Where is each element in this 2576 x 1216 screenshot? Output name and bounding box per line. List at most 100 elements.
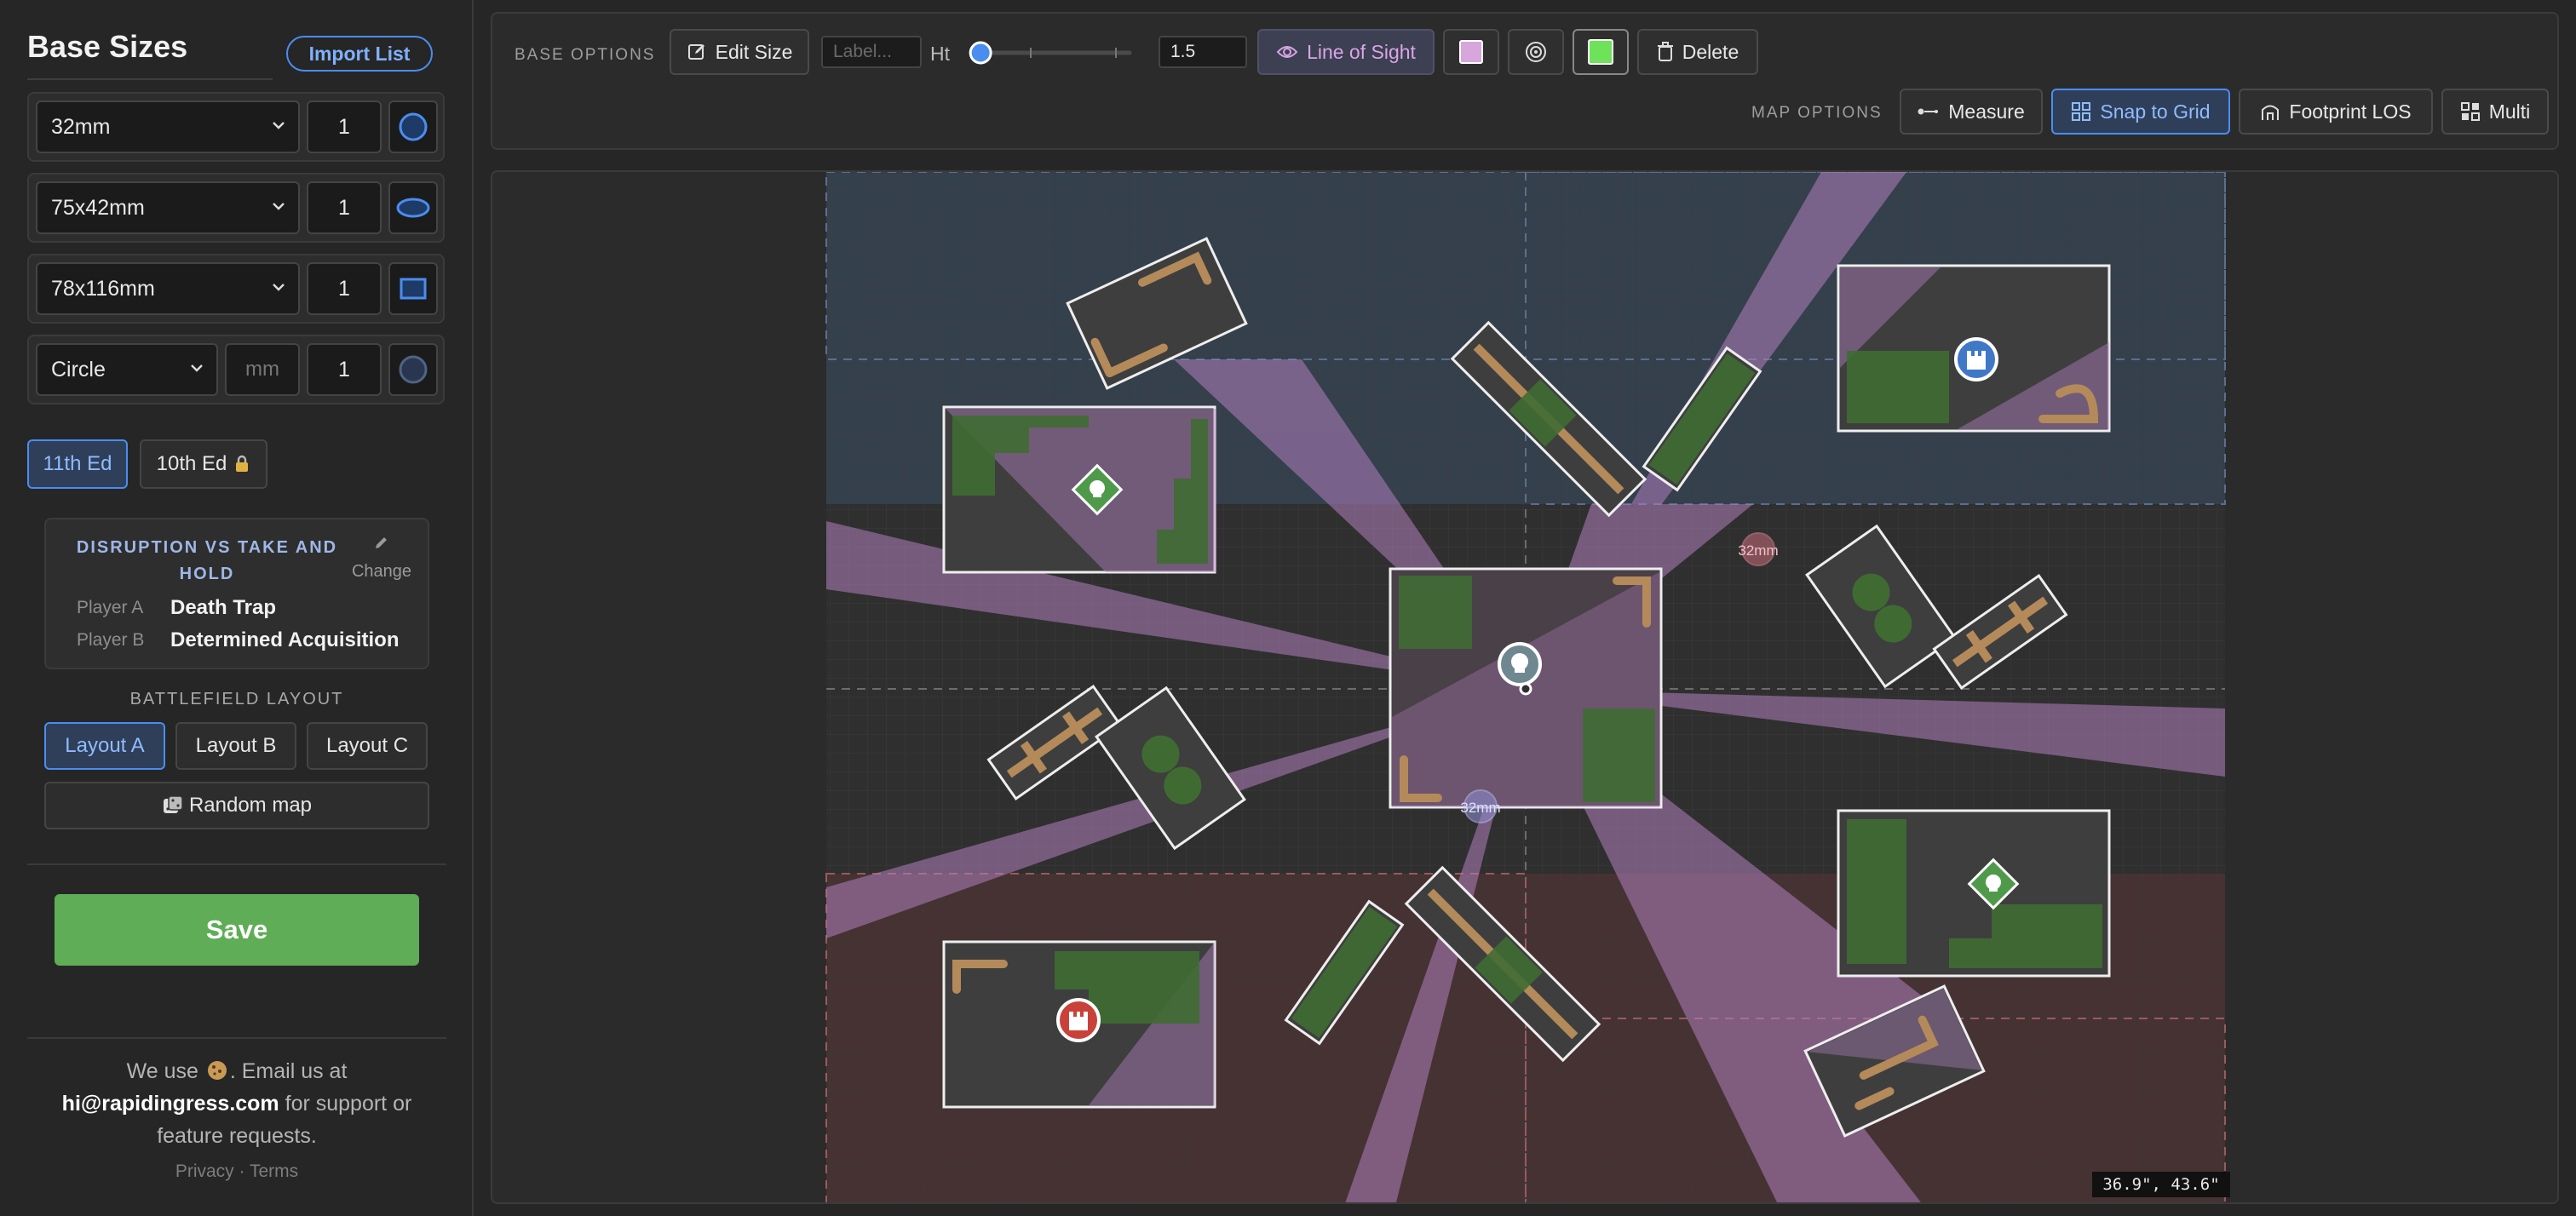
- measure-icon: [1918, 108, 1939, 115]
- line-of-sight-label: Line of Sight: [1307, 40, 1416, 63]
- title-divider: [27, 78, 273, 80]
- base-size-select[interactable]: 78x116mm: [36, 262, 300, 315]
- battlefield-layout-label: BATTLEFIELD LAYOUT: [129, 690, 344, 708]
- snap-to-grid-button[interactable]: Snap to Grid: [2051, 89, 2230, 135]
- mm-input[interactable]: mm: [225, 343, 300, 396]
- map-panel: 32mm 32mm 36.9", 43.6": [491, 170, 2559, 1204]
- green-swatch: [1588, 39, 1613, 65]
- cursor-coordinates: 36.9", 43.6": [2092, 1172, 2230, 1197]
- chevron-down-icon: [273, 203, 285, 210]
- edition-10th-button[interactable]: 10th Ed: [140, 439, 267, 489]
- battlefield-map[interactable]: 32mm 32mm: [492, 172, 2559, 1204]
- delete-button[interactable]: Delete: [1637, 29, 1758, 75]
- height-value-input[interactable]: 1.5: [1159, 36, 1247, 68]
- delete-label: Delete: [1682, 40, 1739, 63]
- edit-size-button[interactable]: Edit Size: [670, 29, 809, 75]
- base-label: 32mm: [1460, 800, 1500, 816]
- edition-11th-button[interactable]: 11th Ed: [27, 439, 128, 489]
- base-shape-select[interactable]: Circle: [36, 343, 218, 396]
- mission-title: DISRUPTION VS TAKE AND HOLD: [76, 538, 338, 583]
- sidebar-divider: [27, 863, 446, 865]
- app-root: Base Sizes Import List 32mm 1 75x42mm 1: [0, 0, 2576, 1216]
- map-options-label: MAP OPTIONS: [1751, 104, 1883, 122]
- footprint-icon: [2262, 105, 2280, 120]
- player-a-value: Death Trap: [170, 596, 277, 619]
- base-size-select[interactable]: 75x42mm: [36, 181, 300, 234]
- footer-text: . Email us at: [229, 1059, 348, 1083]
- edit-size-label: Edit Size: [715, 40, 793, 63]
- base-row-4: Circle mm 1: [27, 335, 445, 404]
- privacy-link[interactable]: Privacy: [175, 1162, 234, 1181]
- measure-button[interactable]: Measure: [1900, 89, 2043, 135]
- base-size-value: 78x116mm: [51, 276, 155, 301]
- mission-change-label: Change: [351, 562, 412, 581]
- footprint-los-label: Footprint LOS: [2289, 100, 2412, 123]
- circle-shape-icon: [399, 355, 428, 384]
- sidebar: Base Sizes Import List 32mm 1 75x42mm 1: [0, 0, 474, 1216]
- los-color-swatch[interactable]: [1443, 29, 1499, 75]
- oval-shape-button[interactable]: [388, 181, 438, 234]
- sidebar-divider: [27, 1037, 446, 1039]
- lock-icon: [236, 455, 249, 472]
- footprint-los-button[interactable]: Footprint LOS: [2239, 89, 2433, 135]
- mission-card: DISRUPTION VS TAKE AND HOLD Change Playe…: [44, 518, 429, 669]
- circle-shape-button[interactable]: [388, 343, 438, 396]
- rect-shape-icon: [400, 278, 427, 300]
- multi-label: Multi: [2488, 100, 2531, 123]
- label-input[interactable]: Label...: [821, 36, 922, 68]
- circle-shape-button[interactable]: [388, 100, 438, 153]
- dice-icon: [163, 795, 183, 813]
- footer-line-2: hi@rapidingress.com for support or featu…: [27, 1087, 446, 1152]
- terrain-ruin[interactable]: [1837, 809, 2111, 978]
- target-button[interactable]: [1508, 29, 1564, 75]
- layout-a-button[interactable]: Layout A: [44, 722, 165, 770]
- save-button[interactable]: Save: [55, 894, 419, 966]
- base-qty-input[interactable]: 1: [307, 262, 382, 315]
- legal-separator: ·: [239, 1162, 245, 1181]
- sidebar-title: Base Sizes: [27, 29, 188, 64]
- support-email-link[interactable]: hi@rapidingress.com: [62, 1092, 279, 1116]
- chevron-down-icon: [273, 122, 285, 129]
- mission-change-button[interactable]: Change: [339, 533, 424, 584]
- objective-marker-blue[interactable]: [1954, 337, 1998, 381]
- toolbar: BASE OPTIONS Edit Size Label... Ht 1.5 L…: [491, 12, 2559, 150]
- line-of-sight-button[interactable]: Line of Sight: [1257, 29, 1435, 75]
- base-row-2: 75x42mm 1: [27, 173, 445, 243]
- base-size-value: 75x42mm: [51, 195, 145, 220]
- height-label: Ht: [930, 43, 950, 65]
- chevron-down-icon: [273, 284, 285, 291]
- player-a-label: Player A: [77, 598, 144, 617]
- objective-marker-red[interactable]: [1056, 998, 1101, 1042]
- chevron-down-icon: [191, 364, 203, 372]
- base-options-label: BASE OPTIONS: [515, 46, 656, 64]
- base-qty-input[interactable]: 1: [307, 100, 382, 153]
- eye-icon: [1276, 46, 1298, 58]
- base-qty-input[interactable]: 1: [307, 343, 382, 396]
- edit-icon: [687, 44, 704, 60]
- base-color-swatch[interactable]: [1573, 29, 1629, 75]
- multi-select-icon: [2460, 102, 2480, 121]
- base-shape-value: Circle: [51, 357, 106, 381]
- base-label: 32mm: [1738, 542, 1778, 559]
- footer-line-1: We use . Email us at: [27, 1055, 446, 1087]
- cookie-icon: [207, 1061, 227, 1080]
- base-size-select[interactable]: 32mm: [36, 100, 300, 153]
- layout-b-button[interactable]: Layout B: [175, 722, 296, 770]
- base-row-1: 32mm 1: [27, 92, 445, 162]
- circle-shape-icon: [399, 112, 428, 141]
- rect-shape-button[interactable]: [388, 262, 438, 315]
- random-map-button[interactable]: Random map: [44, 782, 429, 829]
- snap-to-grid-label: Snap to Grid: [2100, 100, 2211, 123]
- edition-10th-label: 10th Ed: [156, 452, 227, 475]
- import-list-button[interactable]: Import List: [286, 36, 433, 72]
- base-size-value: 32mm: [51, 114, 111, 139]
- random-map-label: Random map: [188, 794, 313, 817]
- layout-c-button[interactable]: Layout C: [307, 722, 428, 770]
- trash-icon: [1657, 42, 1673, 61]
- base-qty-input[interactable]: 1: [307, 181, 382, 234]
- height-slider[interactable]: [961, 37, 1140, 68]
- multi-button[interactable]: Multi: [2441, 89, 2549, 135]
- base-row-3: 78x116mm 1: [27, 254, 445, 324]
- terms-link[interactable]: Terms: [250, 1162, 298, 1181]
- oval-shape-icon: [396, 198, 430, 218]
